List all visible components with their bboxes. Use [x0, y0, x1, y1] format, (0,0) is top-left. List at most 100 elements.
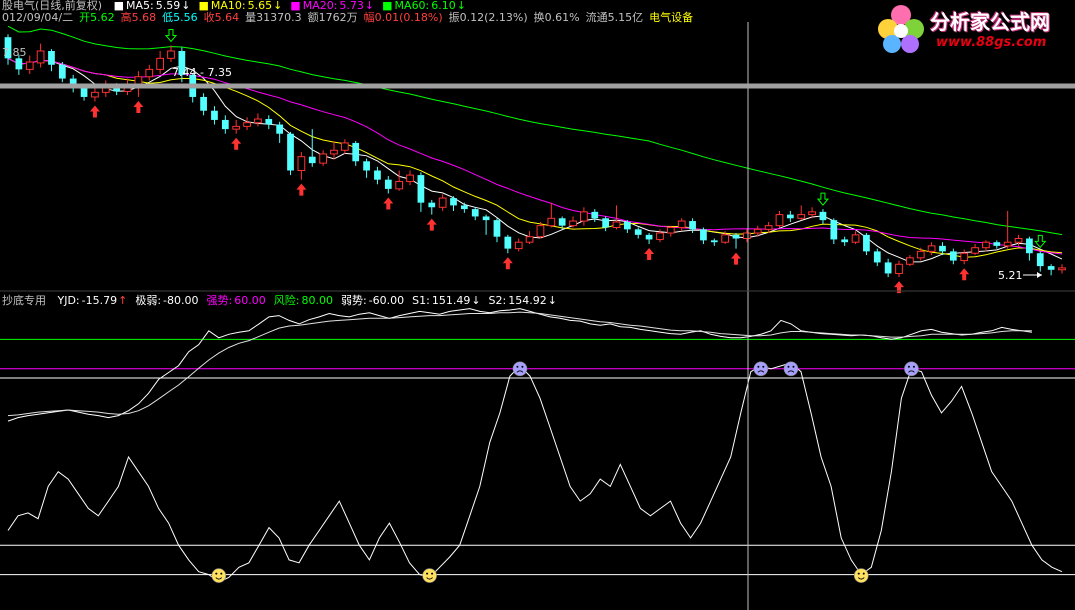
- candle-body: [689, 221, 696, 230]
- candle: [243, 117, 251, 131]
- candle-body: [753, 228, 762, 234]
- buy-arrow-icon: [383, 197, 394, 210]
- candle: [428, 199, 436, 215]
- low-arrow-head: [1037, 272, 1042, 278]
- candle-body: [265, 119, 273, 125]
- candle-body: [15, 58, 23, 70]
- header-info-item: 振0.12(2.13%): [449, 10, 528, 24]
- candle: [841, 236, 849, 246]
- candle: [232, 119, 241, 134]
- candle: [48, 49, 55, 72]
- smile-face-icon: [422, 568, 437, 583]
- buy-arrow-icon: [231, 137, 242, 150]
- candle-body: [764, 225, 773, 230]
- candle-body: [243, 122, 251, 127]
- candle: [482, 214, 490, 235]
- candle: [211, 106, 218, 125]
- candle-body: [656, 232, 664, 240]
- candle: [786, 210, 794, 222]
- candle-body: [591, 211, 599, 219]
- candle: [58, 62, 66, 83]
- candle: [873, 248, 881, 267]
- candle: [710, 238, 718, 246]
- candle-body: [308, 156, 316, 164]
- candle: [1036, 251, 1044, 272]
- candle-body: [873, 251, 881, 263]
- header-info-item: 量31370.3: [245, 11, 302, 24]
- candle-body: [254, 118, 262, 124]
- candle-body: [602, 218, 609, 228]
- candle-body: [438, 197, 447, 208]
- candle-body: [232, 125, 241, 130]
- chart-canvas: 7.85 7.44 - 7.35 5.21 股电气(日线,前复权) ■ MA5: 5…: [0, 0, 1075, 610]
- candle: [352, 141, 360, 166]
- buy-arrow-icon: [133, 100, 144, 113]
- candle: [287, 131, 294, 176]
- candle-body: [536, 225, 545, 238]
- candle-body: [145, 68, 154, 78]
- candle-body: [710, 240, 718, 243]
- candle: [156, 50, 164, 74]
- smile-face-icon: [853, 568, 869, 583]
- candle-body: [732, 234, 740, 239]
- candle-body: [721, 234, 730, 243]
- candle-body: [363, 161, 370, 171]
- indicator-legend-value: -80.00: [163, 294, 198, 307]
- candle: [863, 233, 870, 256]
- candle-body: [461, 205, 468, 210]
- yjd-line: [7, 362, 1063, 583]
- candle: [438, 194, 447, 211]
- flower-logo-icon: [878, 5, 924, 53]
- candle: [732, 233, 740, 249]
- header-info-item: 低5.56: [162, 11, 198, 24]
- candle-body: [960, 252, 969, 262]
- indicator-legend: 抄底专用 YJD: -15.79↑ 极弱: -80.00 强势: 60.00 风险: 80.0…: [2, 293, 557, 307]
- indicator-lines: [7, 308, 1063, 583]
- candle-body: [297, 156, 306, 171]
- indicator-legend-label: 风险:: [274, 293, 300, 307]
- header-info-item: 012/09/04/二: [2, 11, 73, 24]
- candle-body: [1026, 238, 1033, 254]
- candle-body: [525, 236, 534, 243]
- candle: [971, 244, 979, 256]
- candle: [895, 260, 903, 278]
- candle: [1026, 236, 1033, 261]
- candle-body: [276, 124, 284, 134]
- candle-body: [634, 229, 642, 235]
- header-info-item: 换0.61%: [534, 10, 580, 24]
- candle-body: [916, 250, 925, 259]
- logo-brand: 分析家公式网: [930, 10, 1050, 34]
- candle: [580, 207, 588, 226]
- candle: [471, 207, 479, 221]
- indicator-name: 抄底专用: [2, 293, 46, 307]
- price-low-label: 5.21: [998, 269, 1023, 282]
- candle: [906, 255, 914, 267]
- signal-arrows: [89, 28, 1047, 294]
- candle-body: [700, 229, 707, 241]
- sell-arrow-icon: [816, 192, 830, 206]
- candle-body: [906, 257, 914, 265]
- buy-arrow-icon: [502, 257, 513, 270]
- candle-body: [493, 220, 501, 237]
- candle: [319, 150, 327, 166]
- candle: [547, 202, 556, 228]
- candle: [1003, 210, 1012, 249]
- candle-body: [808, 211, 816, 216]
- candle-body: [612, 221, 621, 228]
- candle-body: [482, 216, 490, 221]
- sad-face-icon: [904, 361, 919, 377]
- candle: [276, 121, 284, 143]
- candle-body: [471, 209, 479, 217]
- header-info-item: 电气设备: [649, 10, 693, 24]
- candle-body: [384, 179, 392, 189]
- candle: [406, 170, 414, 186]
- indicator-legend-arrow: ↑: [118, 294, 127, 307]
- candle: [830, 218, 838, 245]
- candle: [395, 170, 404, 191]
- sell-arrow-icon: [1034, 234, 1047, 249]
- candle: [634, 227, 642, 239]
- candle-body: [48, 50, 55, 65]
- candle-body: [58, 64, 66, 79]
- candle-body: [677, 220, 686, 228]
- indicator-legend-value: -15.79: [82, 294, 117, 307]
